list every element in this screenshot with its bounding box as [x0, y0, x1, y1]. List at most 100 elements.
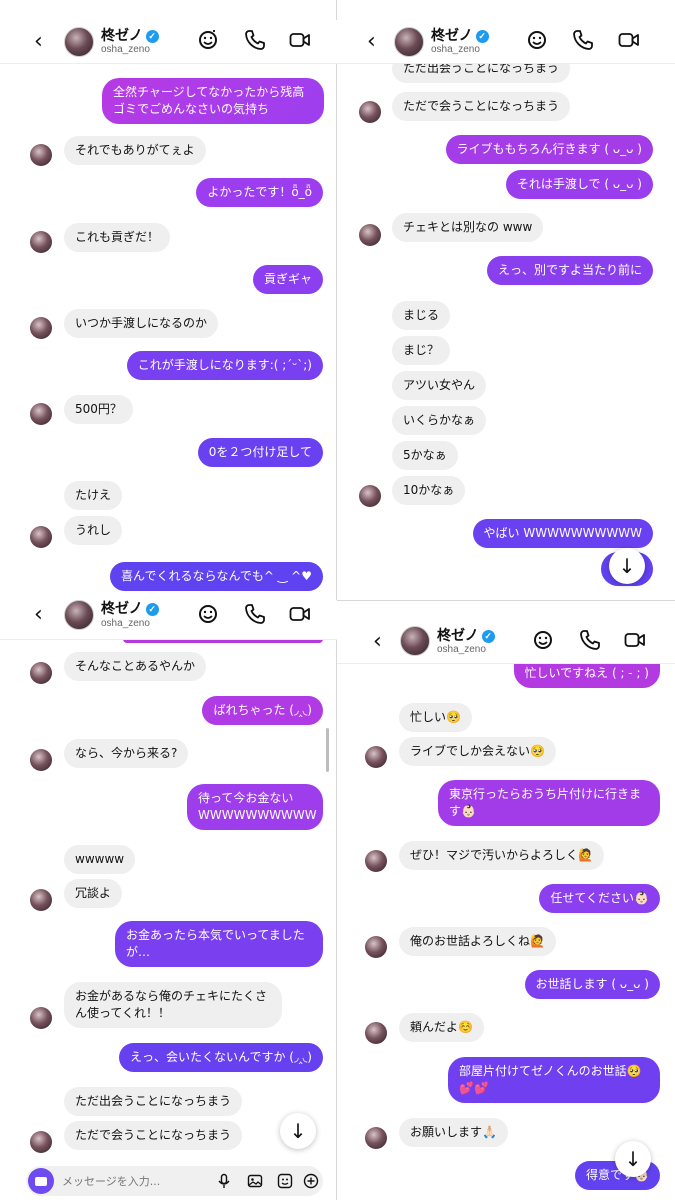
avatar[interactable]	[30, 749, 52, 771]
back-chevron-icon[interactable]: ‹	[373, 631, 382, 653]
avatar[interactable]	[30, 1131, 52, 1153]
microphone-icon[interactable]	[216, 1173, 232, 1189]
message-incoming[interactable]: チェキとは別なの www	[392, 213, 544, 242]
scrollbar[interactable]	[326, 728, 329, 772]
message-incoming[interactable]: まじ？	[392, 336, 451, 365]
message-incoming[interactable]: 忙しい🥺	[399, 703, 472, 732]
message-outgoing[interactable]: 東京行ったらおうち片付けに行きます👶🏻	[438, 780, 660, 826]
avatar[interactable]	[359, 224, 381, 246]
message-outgoing[interactable]: 喜んでくれるならなんでも^ ‿ ^♥	[110, 562, 323, 591]
message-incoming[interactable]: ぜひ！マジで汚いからよろしく🙋	[399, 841, 604, 870]
message-outgoing[interactable]: それは手渡しで ( ᴗ_ᴗ )	[505, 170, 653, 199]
back-chevron-icon[interactable]: ‹	[34, 604, 43, 626]
arrow-down-icon[interactable]: ↓	[609, 548, 645, 584]
video-camera-icon[interactable]	[623, 628, 647, 652]
avatar[interactable]	[365, 1127, 387, 1149]
message-outgoing[interactable]: 忙しいですねえ ( ; - ; )	[513, 662, 660, 688]
message-outgoing[interactable]: えっ、会いたくないんですか (◞‸◟)	[119, 1043, 323, 1072]
message-outgoing[interactable]: 部屋片付けてゼノくんのお世話🥺💕💕	[448, 1057, 660, 1103]
video-camera-icon[interactable]	[288, 602, 312, 626]
sticker-smile-icon[interactable]	[196, 602, 220, 626]
message-outgoing[interactable]: 貢ぎギャ	[252, 265, 323, 294]
message-incoming[interactable]: 冗談よ	[64, 879, 123, 908]
sticker-icon[interactable]	[277, 1173, 293, 1189]
arrow-down-icon[interactable]: ↓	[615, 1141, 651, 1177]
message-outgoing[interactable]: やばい WWWWWWWWWW	[472, 519, 653, 548]
avatar[interactable]	[64, 600, 94, 630]
message-outgoing[interactable]: よかったです！ȫ_ȫ	[196, 178, 323, 207]
avatar[interactable]	[30, 231, 52, 253]
avatar[interactable]	[30, 526, 52, 548]
avatar[interactable]	[400, 626, 430, 656]
message-incoming[interactable]: いつか手渡しになるのか	[64, 309, 219, 338]
back-chevron-icon[interactable]: ‹	[34, 31, 43, 53]
avatar[interactable]	[30, 889, 52, 911]
phone-icon[interactable]	[571, 28, 595, 52]
sticker-smile-icon[interactable]	[196, 28, 220, 52]
message-outgoing[interactable]: お金あったら本気でいってましたが…	[115, 921, 323, 967]
message-incoming[interactable]: いくらかなぁ	[392, 406, 487, 435]
image-icon[interactable]	[247, 1173, 263, 1189]
message-incoming[interactable]: ただ出会うことになっちまう	[64, 1087, 243, 1116]
camera-icon[interactable]	[28, 1168, 54, 1194]
avatar[interactable]	[30, 1007, 52, 1029]
message-incoming[interactable]: ただで会うことになっちまう	[392, 92, 571, 121]
avatar[interactable]	[30, 317, 52, 339]
message-incoming[interactable]: 5かなぁ	[392, 441, 458, 470]
contact-name[interactable]: 柊ゼノ ✓	[101, 25, 159, 45]
message-incoming[interactable]: 俺のお世話よろしくね🙋	[399, 927, 556, 956]
message-outgoing[interactable]: 0を２つ付け足して	[197, 438, 323, 467]
video-camera-icon[interactable]	[617, 28, 641, 52]
avatar[interactable]	[30, 144, 52, 166]
avatar[interactable]	[64, 27, 94, 57]
message-incoming[interactable]: それでもありがてぇよ	[64, 136, 206, 165]
message-incoming[interactable]: うれし	[64, 516, 123, 545]
video-camera-icon[interactable]	[288, 28, 312, 52]
sticker-smile-icon[interactable]	[525, 28, 549, 52]
avatar[interactable]	[30, 662, 52, 684]
back-chevron-icon[interactable]: ‹	[367, 31, 376, 53]
message-incoming[interactable]: wwwww	[64, 845, 136, 874]
message-outgoing[interactable]: 任せてください👶🏻	[539, 884, 660, 913]
message-incoming[interactable]: 頼んだよ☺️	[399, 1013, 484, 1042]
avatar[interactable]	[365, 1022, 387, 1044]
message-outgoing[interactable]: 全然チャージしてなかったから残高ゴミでごめんなさいの気持ち	[102, 78, 324, 124]
message-outgoing[interactable]: ライブももちろん行きます ( ᴗ_ᴗ )	[445, 135, 653, 164]
avatar[interactable]	[359, 101, 381, 123]
avatar[interactable]	[365, 746, 387, 768]
message-outgoing[interactable]: ばれちゃった (◞‸◟)	[202, 696, 323, 725]
message-outgoing[interactable]: お世話します ( ᴗ_ᴗ )	[524, 970, 660, 999]
chat-header: ‹ 柊ゼノ ✓ osha_zeno	[0, 20, 337, 64]
message-composer	[26, 1166, 323, 1196]
message-incoming[interactable]: お願いします🙏🏻	[399, 1118, 508, 1147]
message-incoming[interactable]: アツい女やん	[392, 371, 487, 400]
contact-name[interactable]: 柊ゼノ ✓	[101, 600, 159, 618]
contact-name[interactable]: 柊ゼノ ✓	[437, 625, 495, 645]
message-incoming[interactable]: お金があるなら俺のチェキにたくさん使ってくれ！！	[64, 982, 282, 1028]
phone-icon[interactable]	[243, 602, 267, 626]
arrow-down-icon[interactable]: ↓	[280, 1113, 316, 1149]
message-incoming[interactable]: そんなことあるやんか	[64, 652, 207, 681]
message-incoming[interactable]: たけえ	[64, 481, 123, 510]
contact-name[interactable]: 柊ゼノ ✓	[431, 25, 489, 45]
message-outgoing[interactable]: 待って今お金ない WWWWWWWWWW	[187, 784, 323, 830]
phone-icon[interactable]	[243, 28, 267, 52]
message-incoming[interactable]: 500円？	[64, 395, 133, 424]
message-incoming[interactable]: まじる	[392, 301, 451, 330]
message-incoming[interactable]: これも貢ぎだ！	[64, 223, 171, 252]
avatar[interactable]	[365, 850, 387, 872]
avatar[interactable]	[359, 485, 381, 507]
avatar[interactable]	[365, 936, 387, 958]
message-incoming[interactable]: ライブでしか会えない🥺	[399, 737, 556, 766]
avatar[interactable]	[394, 27, 424, 57]
avatar[interactable]	[30, 403, 52, 425]
sticker-smile-icon[interactable]	[531, 628, 555, 652]
message-incoming[interactable]: なら、今から来る?	[64, 739, 189, 768]
message-outgoing[interactable]: これが手渡しになります:( ;´ᵕ`;)	[126, 351, 323, 380]
message-outgoing[interactable]: えっ、別ですよ当たり前に	[486, 256, 653, 285]
phone-icon[interactable]	[578, 628, 602, 652]
message-incoming[interactable]: 10かなぁ	[392, 476, 466, 505]
message-input[interactable]	[62, 1173, 182, 1189]
message-incoming[interactable]: ただで会うことになっちまう	[64, 1121, 243, 1150]
plus-icon[interactable]	[303, 1173, 319, 1189]
